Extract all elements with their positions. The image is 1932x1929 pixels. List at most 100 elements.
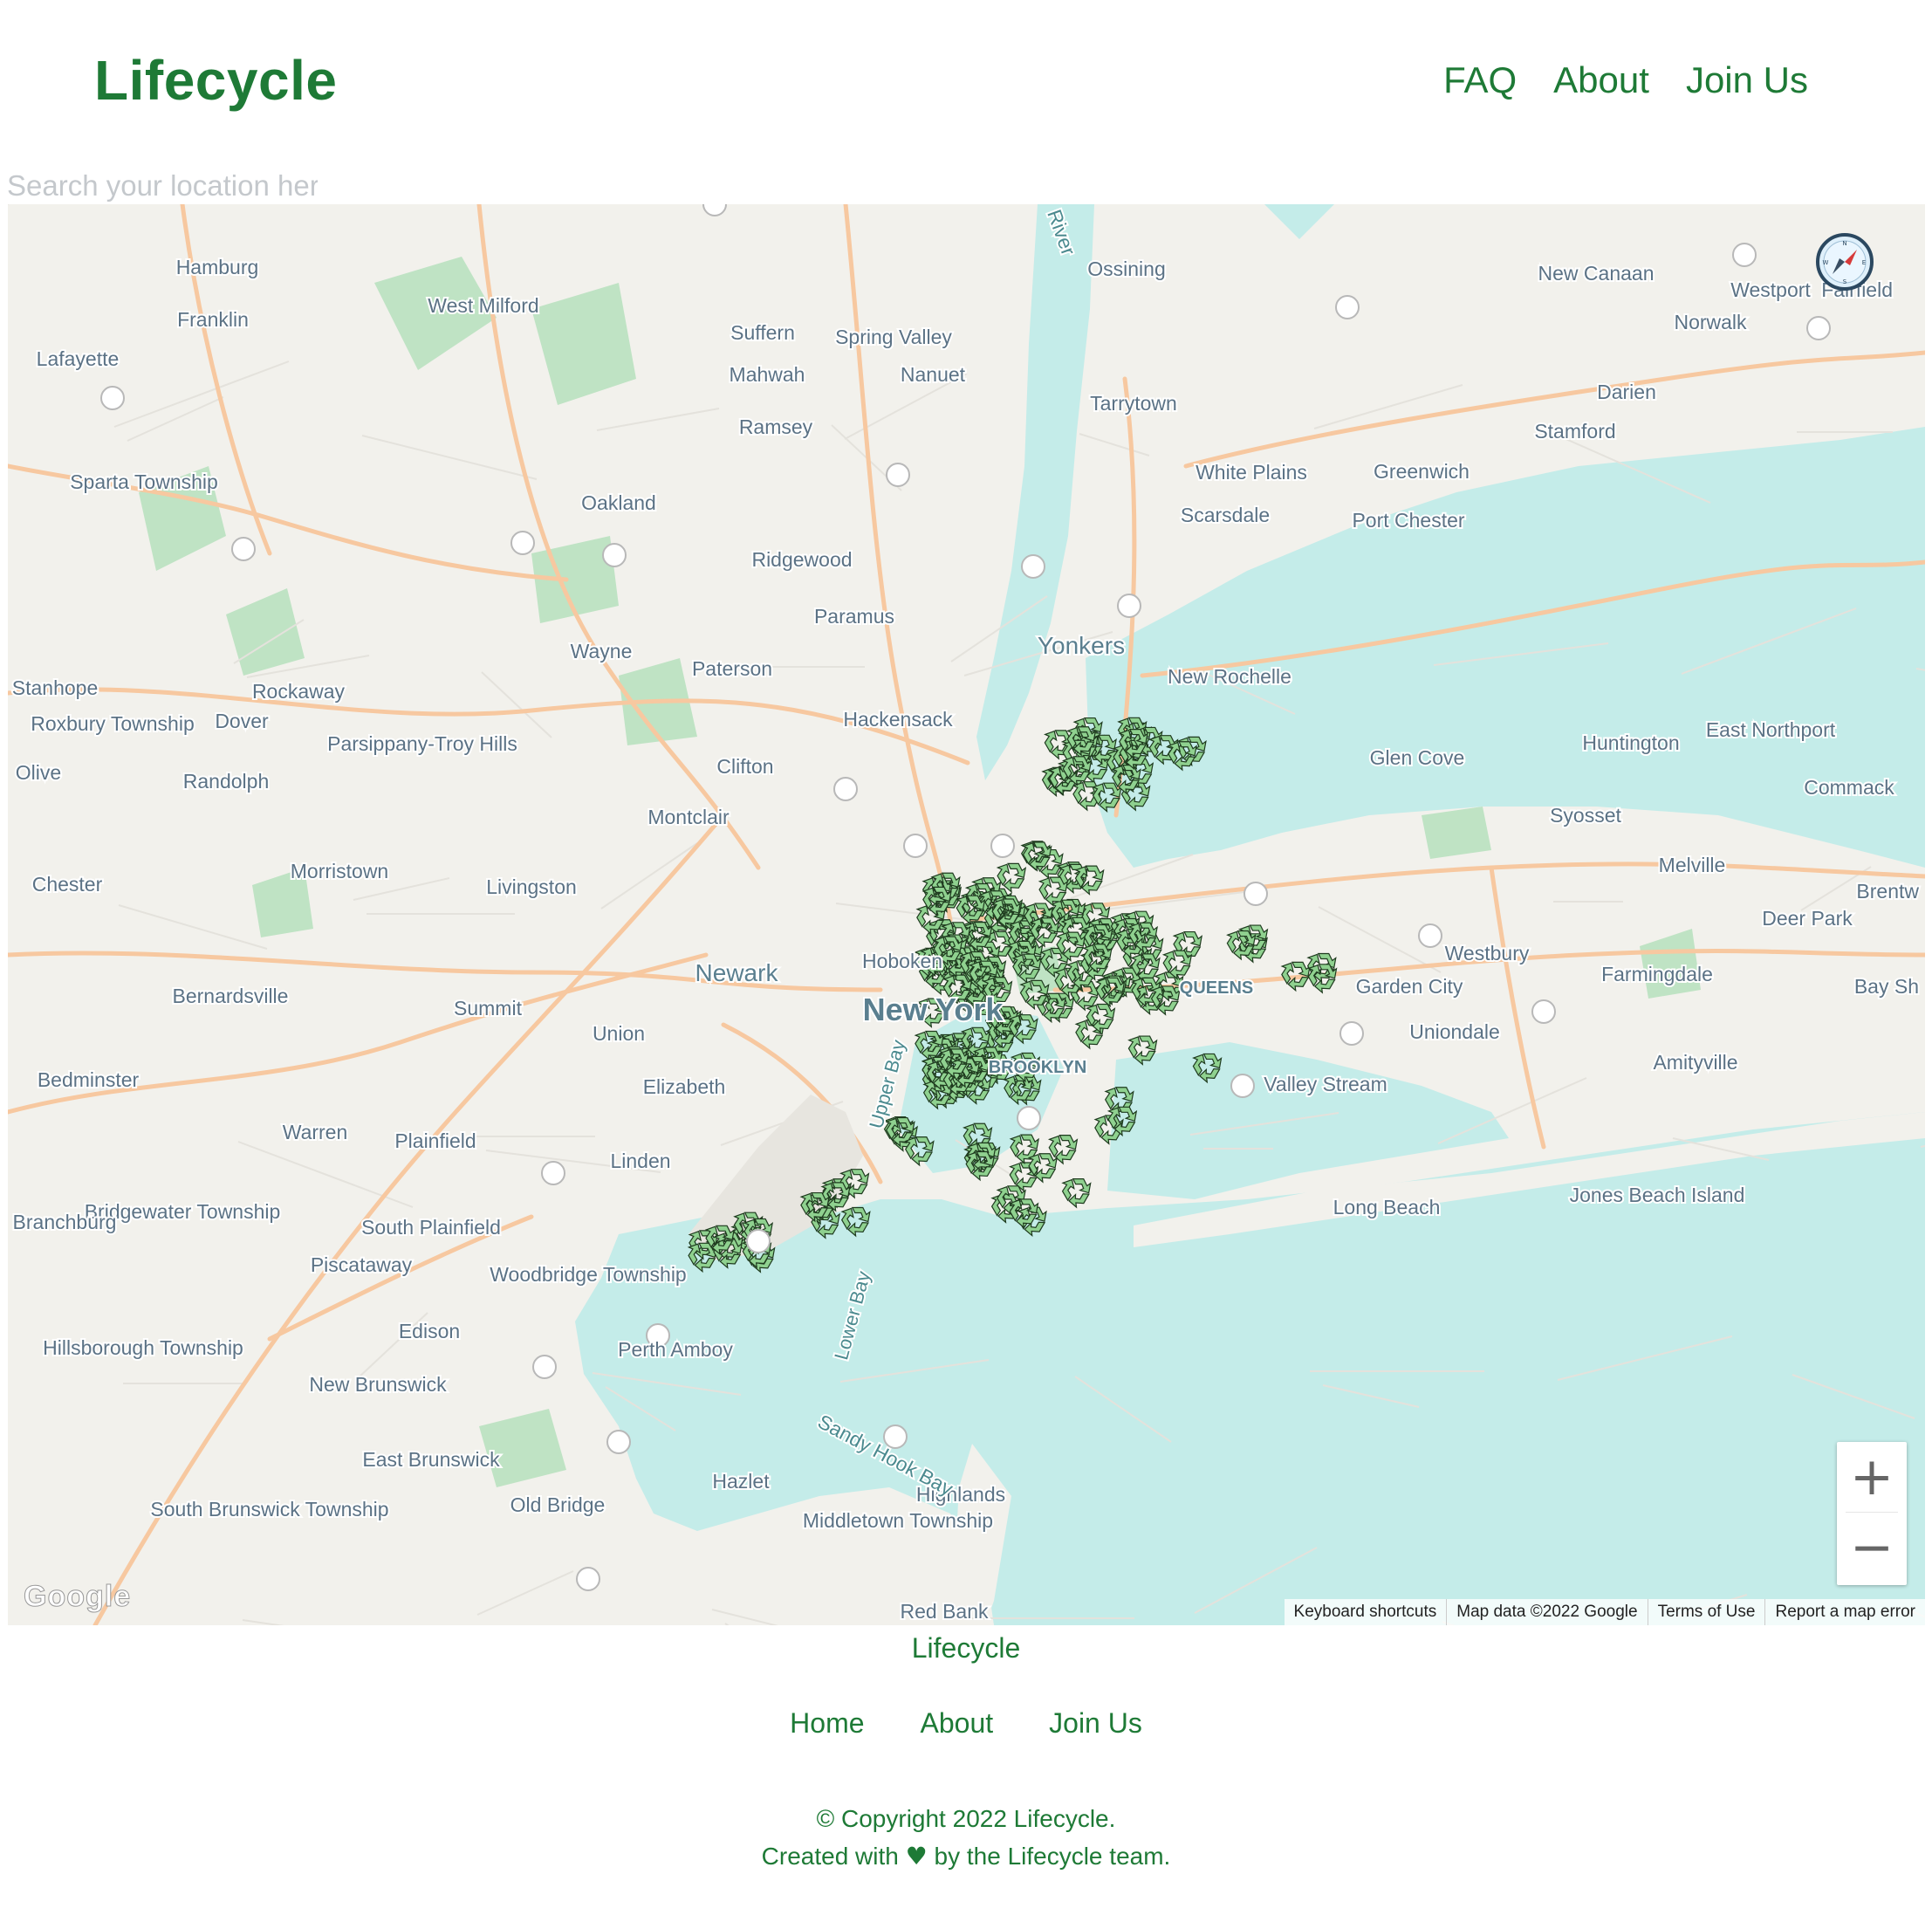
map-label: Oakland <box>581 491 656 514</box>
map-label: Montclair <box>647 806 730 828</box>
map-label: Summit <box>454 997 523 1019</box>
map-label: Port Chester <box>1352 509 1464 532</box>
map-label: Greenwich <box>1374 460 1470 483</box>
map-label: Long Beach <box>1333 1196 1441 1218</box>
terms-of-use-link[interactable]: Terms of Use <box>1647 1599 1765 1625</box>
map-label: Bernardsville <box>173 985 289 1007</box>
zoom-out-button[interactable]: − <box>1837 1513 1907 1582</box>
map-label: Tarrytown <box>1090 392 1177 415</box>
map-label: New York <box>863 992 1004 1027</box>
map-label: Paramus <box>814 605 894 628</box>
map-label: Wayne <box>571 640 633 662</box>
map-label: Ossining <box>1087 257 1165 280</box>
google-logo[interactable]: Google <box>23 1580 131 1614</box>
map-label: Hackensack <box>843 708 953 731</box>
map-label: Clifton <box>716 755 773 778</box>
svg-text:E: E <box>1862 259 1866 266</box>
nav-about[interactable]: About <box>1553 59 1649 101</box>
map-label: Norwalk <box>1674 311 1747 333</box>
map-label: South Plainfield <box>361 1216 501 1239</box>
map-label: Hazlet <box>712 1470 770 1493</box>
map-data-text: Map data ©2022 Google <box>1446 1599 1647 1625</box>
map-label: Edison <box>399 1320 460 1342</box>
map-label: Chester <box>32 873 103 896</box>
footer-brand: Lifecycle <box>911 1632 1021 1664</box>
map-label: Hoboken <box>862 950 942 972</box>
map-label: Livingston <box>486 875 577 898</box>
map-label: Bay Sh <box>1854 975 1919 998</box>
map-label: Stamford <box>1534 420 1615 443</box>
map-view[interactable]: Newark New York Yonkers QUEENS BROOKLYN Hambu… <box>8 204 1925 1625</box>
map-label: Commack <box>1804 776 1894 799</box>
map-label: Branchburg <box>13 1211 117 1233</box>
map-label: Westbury <box>1445 942 1530 964</box>
map-label: Mahwah <box>730 363 805 386</box>
map-label: Spring Valley <box>835 326 952 348</box>
keyboard-shortcuts-link[interactable]: Keyboard shortcuts <box>1285 1599 1447 1625</box>
map-label: South Brunswick Township <box>150 1498 388 1521</box>
map-label: Uniondale <box>1409 1020 1500 1043</box>
map-label: Linden <box>610 1150 670 1172</box>
map-label: Dover <box>215 710 269 732</box>
map-label: Melville <box>1659 854 1726 876</box>
map-label: Ramsey <box>739 415 813 438</box>
footer-nav-join-us[interactable]: Join Us <box>1049 1707 1142 1740</box>
zoom-in-button[interactable]: + <box>1837 1442 1907 1512</box>
map-label: Hillsborough Township <box>43 1336 243 1359</box>
map-label: Warren <box>283 1121 348 1143</box>
map-label: Roxbury Township <box>31 712 195 735</box>
plus-icon: + <box>1849 1446 1894 1507</box>
created-with-line: Created with ♥ by the Lifecycle team. <box>0 1842 1932 1871</box>
map-label: Middletown Township <box>803 1509 993 1532</box>
map-label: Jones Beach Island <box>1570 1184 1745 1206</box>
map-label: Elizabeth <box>643 1075 726 1098</box>
nav-faq[interactable]: FAQ <box>1443 59 1517 101</box>
map-label: Parsippany-Troy Hills <box>327 732 517 755</box>
map-label: Glen Cove <box>1370 746 1465 769</box>
map-label: Farmingdale <box>1601 963 1713 985</box>
map-label: Red Bank <box>900 1600 989 1623</box>
compass-icon[interactable]: N S E W <box>1814 231 1875 292</box>
map-label: New Canaan <box>1538 262 1655 285</box>
nav-join-us[interactable]: Join Us <box>1686 59 1808 101</box>
map-label: Amityville <box>1653 1051 1737 1074</box>
footer-nav-about[interactable]: About <box>921 1707 994 1740</box>
brand-logo[interactable]: Lifecycle <box>94 48 337 113</box>
map-label: Hamburg <box>176 256 259 278</box>
footer-nav-home[interactable]: Home <box>790 1707 864 1740</box>
map-label: Perth Amboy <box>618 1338 733 1361</box>
map-label: Scarsdale <box>1181 504 1270 526</box>
map-label: Westport <box>1730 278 1811 301</box>
map-label: Sparta Township <box>70 470 218 493</box>
map-label: New Brunswick <box>309 1373 447 1396</box>
map-label: White Plains <box>1196 461 1307 484</box>
report-map-error-link[interactable]: Report a map error <box>1764 1599 1925 1625</box>
map-label: East Brunswick <box>362 1448 500 1471</box>
map-label: Morristown <box>291 860 388 882</box>
map-label: Lafayette <box>37 347 120 370</box>
heart-icon: ♥ <box>905 1842 928 1871</box>
map-label: Newark <box>695 959 779 986</box>
map-label: Bedminster <box>38 1068 140 1091</box>
map-canvas[interactable]: Newark New York Yonkers QUEENS BROOKLYN Hambu… <box>8 204 1925 1625</box>
map-label: Stanhope <box>12 676 98 699</box>
map-label: Ridgewood <box>751 548 852 571</box>
map-label: Nanuet <box>901 363 966 386</box>
map-label: Deer Park <box>1762 907 1853 930</box>
map-label: Suffern <box>730 321 795 344</box>
svg-text:N: N <box>1842 240 1846 247</box>
location-search-input[interactable] <box>7 164 318 208</box>
map-label: BROOKLYN <box>989 1058 1087 1077</box>
map-label: Huntington <box>1582 731 1679 754</box>
zoom-controls: + − <box>1837 1442 1907 1585</box>
map-label: Brentw <box>1856 880 1919 903</box>
copyright-text: © Copyright 2022 Lifecycle. <box>816 1805 1116 1832</box>
map-label: Rockaway <box>252 680 346 703</box>
map-label: Syosset <box>1550 804 1621 827</box>
map-label: Piscataway <box>311 1253 413 1276</box>
map-label: QUEENS <box>1180 978 1253 998</box>
map-label: Olive <box>16 761 61 784</box>
map-label: Plainfield <box>394 1129 476 1152</box>
map-label: Franklin <box>177 308 249 331</box>
map-label: West Milford <box>428 294 538 317</box>
